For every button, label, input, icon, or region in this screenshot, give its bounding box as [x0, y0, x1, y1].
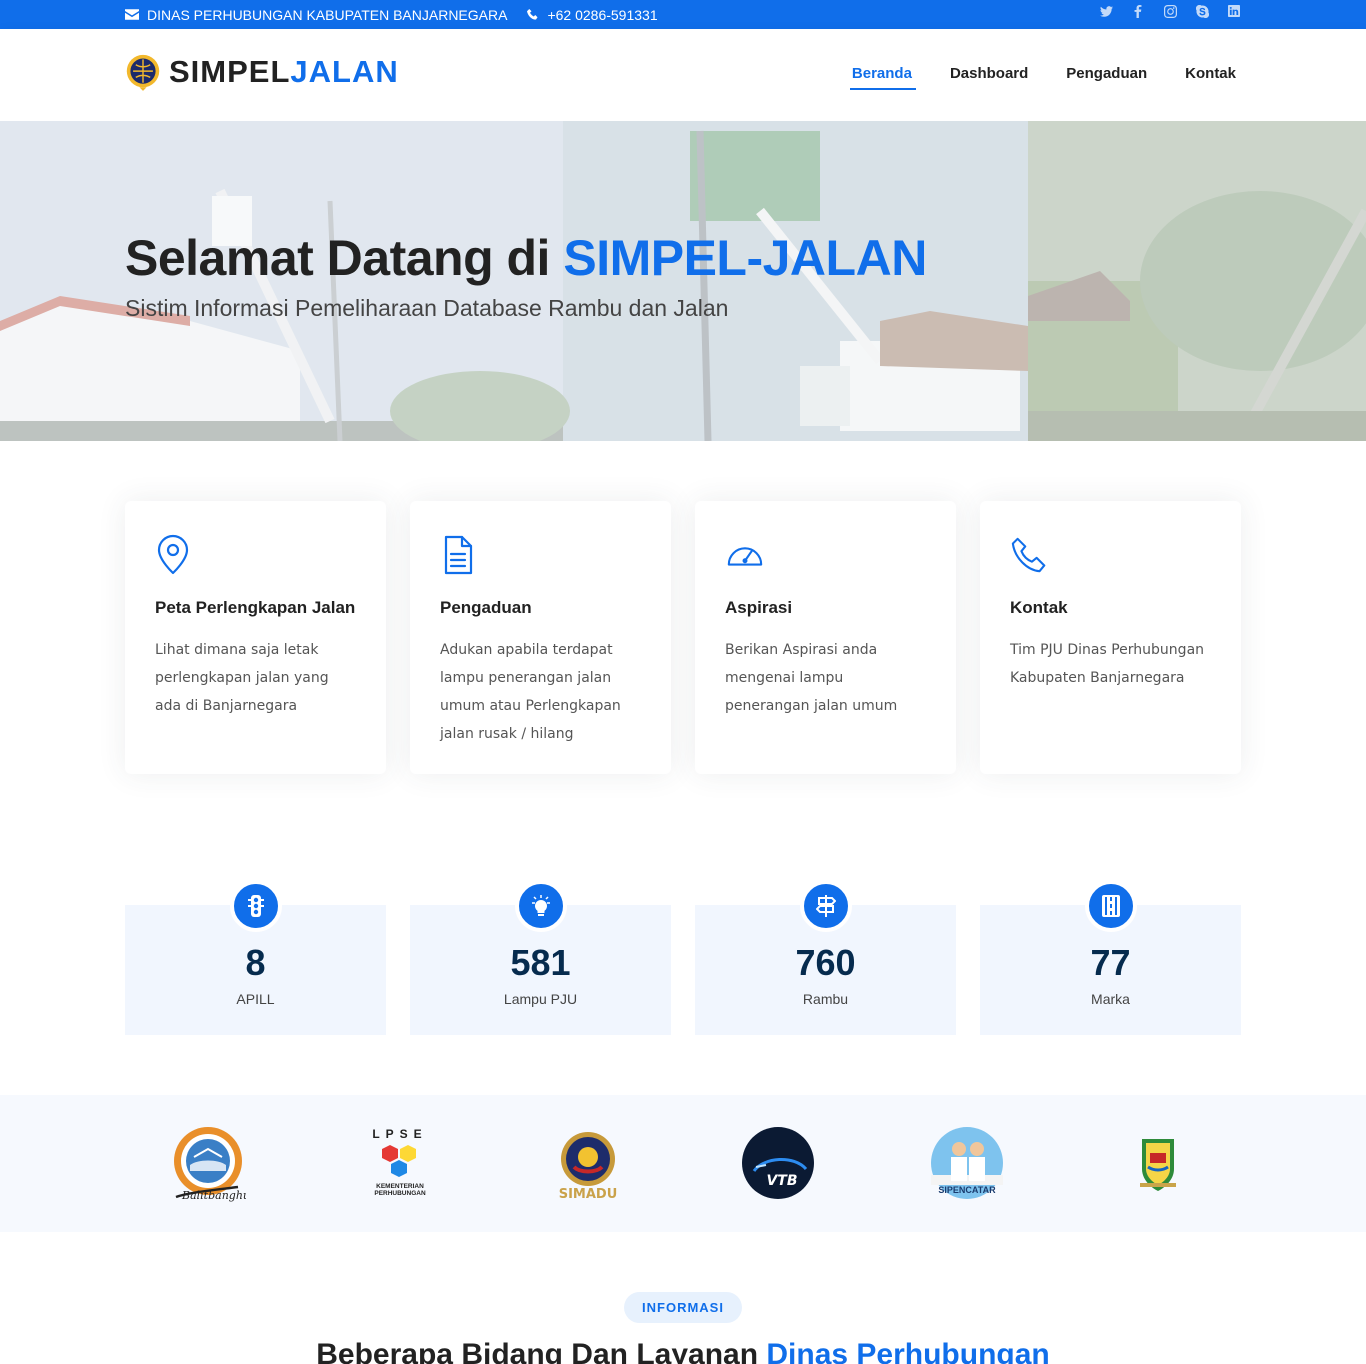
count-value: 581 — [510, 942, 571, 983]
vtb-text: VTB — [766, 1173, 797, 1189]
count-label: Lampu PJU — [503, 991, 578, 1007]
count-rambu: 760 Rambu — [695, 880, 956, 1035]
nav-kontak[interactable]: Kontak — [1183, 61, 1238, 90]
simadu-logo[interactable]: SIMADU — [550, 1127, 626, 1203]
feature-card-pengaduan[interactable]: Pengaduan Adukan apabila terdapat lampu … — [410, 501, 671, 774]
site-logo[interactable]: SIMPELJALAN — [125, 53, 399, 91]
hero-title-part1: Selamat Datang di — [125, 230, 564, 286]
feature-text: Tim PJU Dinas Perhubungan Kabupaten Banj… — [1010, 642, 1205, 686]
count-lampu-pju: 581 Lampu PJU — [410, 880, 671, 1035]
feature-card-aspirasi[interactable]: Aspirasi Berikan Aspirasi anda mengenai … — [695, 501, 956, 774]
logo-text-part2: JALAN — [290, 54, 399, 89]
road-icon — [1085, 880, 1137, 932]
dishub-emblem-icon — [126, 54, 160, 91]
count-value: 77 — [1090, 942, 1131, 983]
phone-number: +62 0286-591331 — [547, 6, 658, 23]
feature-text: Lihat dimana saja letak perlengkapan jal… — [155, 642, 329, 714]
feature-title: Peta Perlengkapan Jalan — [155, 598, 356, 617]
section-badge: INFORMASI — [624, 1292, 742, 1323]
stats-counts: 8 APILL 581 Lampu PJU 760 Rambu 77 Marka — [125, 880, 1241, 1035]
phone-icon — [527, 8, 538, 20]
map-pin-icon — [155, 533, 195, 577]
vtb-logo[interactable]: VTB — [740, 1127, 816, 1203]
count-label: Marka — [1091, 991, 1130, 1007]
lpse-logo[interactable]: LPSE KEMENTERIAN PERHUBUNGAN — [362, 1127, 438, 1203]
feature-title: Aspirasi — [725, 598, 793, 617]
section-title-part1: Beberapa Bidang Dan Layanan — [316, 1338, 767, 1364]
org-name: DINAS PERHUBUNGAN KABUPATEN BANJARNEGARA — [147, 6, 508, 23]
sipencatar-logo[interactable]: SIPENCATAR — [929, 1127, 1005, 1203]
feature-text: Berikan Aspirasi anda mengenai lampu pen… — [725, 642, 898, 714]
phone-contact[interactable]: +62 0286-591331 — [527, 6, 658, 23]
hero-subtitle: Sistim Informasi Pemeliharaan Database R… — [125, 295, 729, 321]
speedometer-icon — [725, 533, 765, 577]
site-header: SIMPELJALAN Beranda Dashboard Pengaduan … — [0, 29, 1366, 121]
hero-title-part2: SIMPEL-JALAN — [563, 230, 927, 286]
balitbanghub-logo-text: Balitbanghub — [181, 1189, 246, 1202]
sipencatar-text: SIPENCATAR — [938, 1185, 996, 1195]
hero-banner: Selamat Datang di SIMPEL-JALAN Sistim In… — [0, 121, 1366, 441]
simadu-text: SIMADU — [559, 1187, 618, 1202]
count-value: 8 — [245, 942, 266, 983]
org-contact: DINAS PERHUBUNGAN KABUPATEN BANJARNEGARA — [125, 7, 507, 23]
feature-card-kontak[interactable]: Kontak Tim PJU Dinas Perhubungan Kabupat… — [980, 501, 1241, 774]
lpse-bottom-line2: PERHUBUNGAN — [374, 1190, 426, 1197]
section-title: Beberapa Bidang Dan Layanan Dinas Perhub… — [0, 1338, 1366, 1364]
count-apill: 8 APILL — [125, 880, 386, 1035]
document-icon — [440, 533, 480, 577]
lpse-top-text: LPSE — [372, 1127, 427, 1141]
skype-icon[interactable] — [1195, 4, 1209, 18]
phone-icon — [1010, 533, 1050, 577]
feature-title: Pengaduan — [440, 598, 532, 617]
linkedin-icon[interactable] — [1227, 4, 1241, 18]
feature-text: Adukan apabila terdapat lampu penerangan… — [440, 642, 621, 742]
nav-pengaduan[interactable]: Pengaduan — [1064, 61, 1149, 90]
top-bar: DINAS PERHUBUNGAN KABUPATEN BANJARNEGARA… — [0, 0, 1366, 29]
count-label: Rambu — [802, 991, 849, 1007]
hero-title: Selamat Datang di SIMPEL-JALAN — [125, 229, 927, 287]
count-label: APILL — [236, 991, 275, 1007]
logo-text-part1: SIMPEL — [169, 54, 291, 89]
facebook-icon[interactable] — [1131, 4, 1145, 18]
count-marka: 77 Marka — [980, 880, 1241, 1035]
nav-beranda[interactable]: Beranda — [849, 61, 916, 90]
feature-card-peta[interactable]: Peta Perlengkapan Jalan Lihat dimana saj… — [125, 501, 386, 774]
signpost-icon — [800, 880, 852, 932]
instagram-icon[interactable] — [1163, 4, 1177, 18]
lpse-bottom-line1: KEMENTERIAN — [376, 1183, 424, 1190]
nav-dashboard[interactable]: Dashboard — [948, 61, 1030, 90]
section-title-part2: Dinas Perhubungan — [766, 1338, 1050, 1364]
traffic-light-icon — [230, 880, 282, 932]
twitter-icon[interactable] — [1099, 4, 1113, 18]
lightbulb-icon — [515, 880, 567, 932]
main-nav: Beranda Dashboard Pengaduan Kontak — [849, 61, 1238, 90]
partner-logos: Balitbanghub LPSE KEMENTERIAN PERHUBUNGA… — [0, 1095, 1366, 1232]
feature-cards: Peta Perlengkapan Jalan Lihat dimana saj… — [125, 501, 1241, 774]
count-value: 760 — [795, 942, 856, 983]
balitbanghub-logo[interactable]: Balitbanghub — [170, 1127, 246, 1203]
banjarnegara-emblem-logo[interactable] — [1120, 1127, 1196, 1203]
feature-title: Kontak — [1010, 598, 1068, 617]
logo-text: SIMPELJALAN — [169, 54, 399, 90]
envelope-icon — [125, 9, 139, 20]
